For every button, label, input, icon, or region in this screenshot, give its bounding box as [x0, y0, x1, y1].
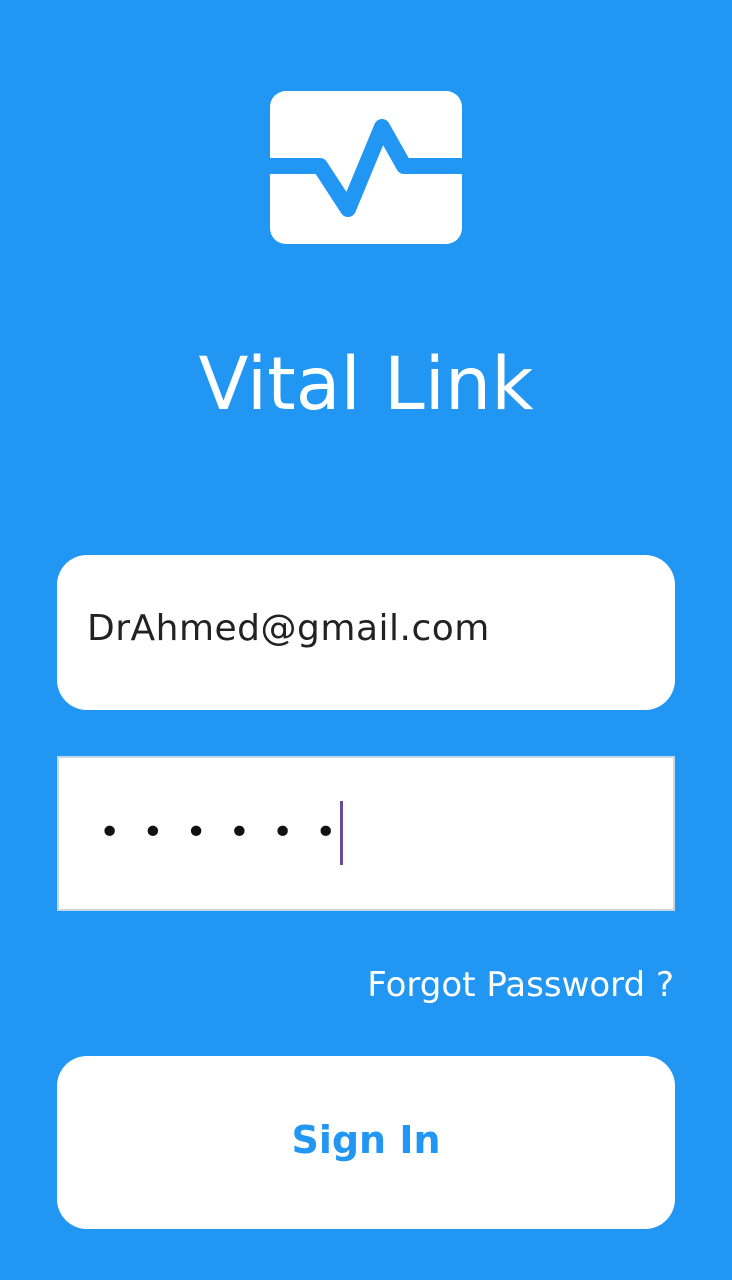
sign-in-button[interactable]: Sign In [57, 1056, 675, 1229]
app-title: Vital Link [198, 342, 534, 427]
forgot-password-link[interactable]: Forgot Password ? [367, 962, 674, 1008]
text-caret [340, 800, 344, 865]
heartbeat-logo-icon [270, 91, 462, 244]
password-mask: •••••• [99, 812, 359, 853]
sign-in-label: Sign In [291, 1117, 441, 1162]
email-value: DrAhmed@gmail.com [87, 608, 490, 649]
password-field[interactable]: •••••• [57, 756, 675, 911]
email-field[interactable]: DrAhmed@gmail.com [57, 555, 675, 710]
